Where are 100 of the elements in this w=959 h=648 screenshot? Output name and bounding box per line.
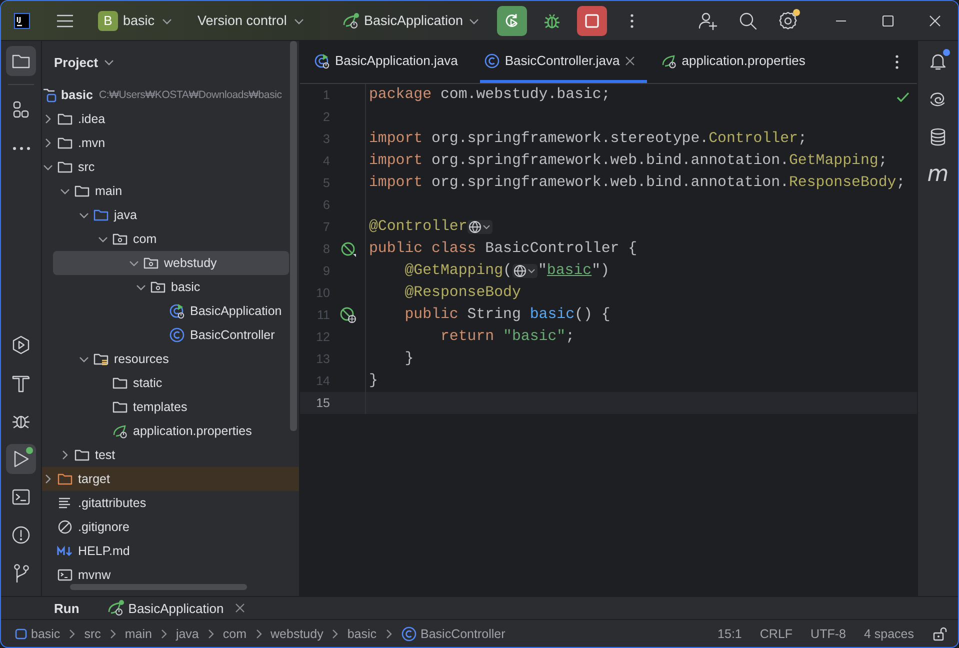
folder-icon [93,351,109,367]
tree-item[interactable]: BasicApplication [42,299,289,323]
breadcrumb[interactable]: com [222,626,247,640]
stop-button[interactable] [577,6,607,36]
editor-tab[interactable]: BasicController.java [480,41,647,83]
breadcrumb[interactable]: src [84,626,101,640]
search-icon [738,10,758,30]
line-number: 15 [315,396,330,410]
app-logo-icon[interactable] [14,12,30,28]
tool-window-button[interactable] [6,444,36,474]
tree-item[interactable]: .gitignore [42,515,289,539]
tree-item[interactable]: basic [42,275,289,299]
code-text: package com.webstudy.basic; [369,87,610,103]
code-text: } [404,351,414,367]
tree-item[interactable]: .mvn [42,131,289,155]
run-config-widget[interactable]: BasicApplication [336,6,487,34]
globe-menu-icon[interactable] [467,219,494,235]
tree-item[interactable]: src [42,155,289,179]
warning-circle-icon [11,525,31,545]
code-text: @GetMapping( [404,263,512,279]
tree-item[interactable]: static [42,371,289,395]
globe-menu-icon[interactable] [512,263,538,279]
tree-item[interactable]: .idea [42,107,289,131]
check-icon [896,90,910,104]
breadcrumb[interactable]: java [176,626,199,640]
endpoint-icon[interactable] [340,307,356,323]
hammer-icon [11,373,31,393]
project-badge: B [98,10,118,30]
module-icon [15,628,27,640]
tree-item[interactable]: mvnw [42,563,289,587]
breadcrumb[interactable]: basic [347,626,377,640]
close-icon[interactable] [624,56,635,66]
scrollbar[interactable] [70,584,247,590]
tree-item[interactable]: application.properties [42,419,289,443]
folder-icon [57,111,73,127]
editor-tab[interactable]: BasicApplication.java [310,41,470,83]
editor-tab[interactable]: application.properties [656,41,818,83]
code-text: @Controller [369,219,468,235]
breadcrumb[interactable]: main [124,626,152,640]
tree-item[interactable]: main [42,179,289,203]
package-icon [112,231,128,247]
tree-item[interactable]: BasicController [42,323,289,347]
menu-icon [56,12,74,28]
maven-button[interactable]: m [923,160,953,190]
folder-icon [74,183,90,199]
folder-icon [57,159,73,175]
lock-button[interactable] [932,626,948,642]
tree-item[interactable]: target [42,467,299,491]
code-text: import org.springframework.web.bind.annotation.GetMapping; [369,153,888,169]
tree-item[interactable]: basic C:₩Users₩KOSTA₩Downloads₩basic [42,83,282,107]
breadcrumb[interactable]: BasicController [400,626,506,642]
code-text: return "basic"; [439,329,575,345]
terminal-icon [57,567,73,583]
tree-item[interactable]: templates [42,395,289,419]
tree-item[interactable]: resources [42,347,289,371]
bug-icon [543,12,561,30]
tree-item[interactable]: .gitattributes [42,491,289,515]
status-item[interactable]: UTF-8 [810,626,846,640]
tree-item[interactable]: java [42,203,289,227]
rerun-button[interactable] [497,6,527,36]
scrollbar[interactable] [290,41,297,431]
status-item[interactable]: 15:1 [718,626,742,640]
project-path: C:₩Users₩KOSTA₩Downloads₩basic [98,89,282,101]
panel-title[interactable]: Project [50,52,120,72]
tree-item[interactable]: webstudy [53,251,289,275]
more-vertical-icon [630,12,634,28]
terminal-icon [11,487,31,507]
structure-icon [11,100,31,120]
folder-icon [57,471,73,487]
class-run-icon [169,303,185,319]
package-icon [150,279,166,295]
text-lines-icon [57,495,73,511]
tree-item[interactable]: HELP.md [42,539,289,563]
services-icon [11,335,31,355]
status-item[interactable]: 4 spaces [864,626,914,640]
more-horizontal-icon [12,146,30,150]
maximize-icon [882,14,894,26]
breadcrumb[interactable]: webstudy [270,626,324,640]
tree-item[interactable]: test [42,443,289,467]
more-vertical-icon [895,54,899,70]
stop-icon [584,12,600,28]
code-text: public String basic() { [404,307,610,323]
tree-item[interactable]: com [42,227,289,251]
folder-icon [74,447,90,463]
status-item[interactable]: CRLF [760,626,793,640]
folder-icon [57,135,73,151]
breadcrumb[interactable]: basic [15,626,60,640]
project-widget[interactable]: B basic [92,6,180,34]
bean-icon[interactable] [340,241,356,257]
close-icon[interactable] [234,603,245,613]
folder-icon [112,375,128,391]
tool-window-button[interactable] [6,46,36,76]
settings-icon [777,10,799,32]
run-tab[interactable]: BasicApplication [107,599,245,617]
class-icon [484,52,500,68]
panel-title: Run [54,600,80,616]
class-run-icon [314,52,330,68]
spring-icon [342,12,360,30]
code-text: import org.springframework.stereotype.Controller; [369,131,807,147]
vcs-widget[interactable]: Version control [192,6,312,34]
